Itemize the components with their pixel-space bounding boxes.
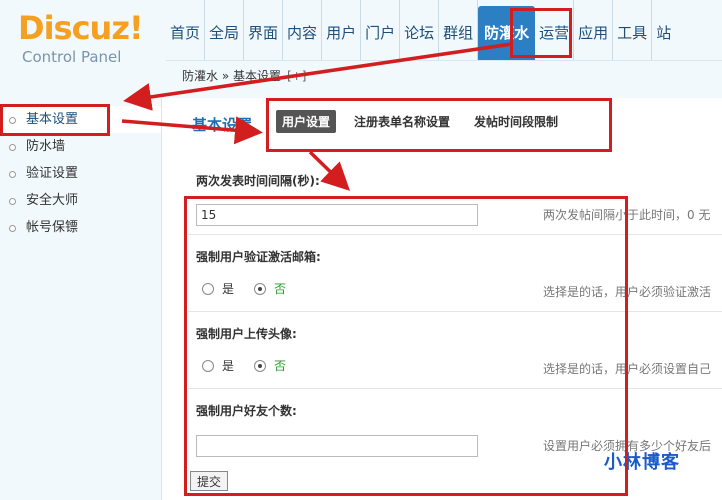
nav-item-content[interactable]: 内容: [283, 0, 323, 60]
breadcrumb: 防灌水 » 基本设置 [+]: [182, 67, 306, 84]
sidebar: 基本设置 防水墙 验证设置 安全大师 帐号保镖: [0, 98, 162, 500]
sidebar-item-security-master[interactable]: 安全大师: [0, 187, 161, 214]
annotation-box-sidebar: [0, 104, 110, 136]
sidebar-item-firewall[interactable]: 防水墙: [0, 133, 161, 160]
add-shortcut-link[interactable]: [+]: [287, 69, 306, 83]
nav-item-users[interactable]: 用户: [322, 0, 362, 60]
sidebar-item-account-guard[interactable]: 帐号保镖: [0, 214, 161, 241]
sidebar-item-verification[interactable]: 验证设置: [0, 160, 161, 187]
nav-item-global[interactable]: 全局: [205, 0, 245, 60]
breadcrumb-text: 防灌水 » 基本设置: [182, 69, 281, 83]
annotation-box-form: [184, 196, 628, 496]
annotation-box-nav: [510, 8, 572, 58]
logo: Discuz!: [18, 9, 144, 47]
nav-item-home[interactable]: 首页: [166, 0, 206, 60]
nav-item-apps[interactable]: 应用: [574, 0, 614, 60]
nav-item-site[interactable]: 站: [652, 0, 675, 60]
annotation-box-tabs: [266, 98, 612, 152]
logo-subtitle: Control Panel: [22, 48, 122, 66]
nav-item-interface[interactable]: 界面: [244, 0, 284, 60]
top-nav: 首页 全局 界面 内容 用户 门户 论坛 群组 防灌水 运营 应用 工具 站: [166, 0, 675, 60]
nav-item-portal[interactable]: 门户: [361, 0, 401, 60]
nav-item-tools[interactable]: 工具: [613, 0, 653, 60]
nav-item-groups[interactable]: 群组: [439, 0, 479, 60]
page-title: 基本设置: [192, 116, 253, 134]
post-interval-label: 两次发表时间间隔(秒):: [196, 174, 320, 188]
breadcrumb-bar: 防灌水 » 基本设置 [+]: [166, 60, 722, 98]
nav-item-forum[interactable]: 论坛: [400, 0, 440, 60]
